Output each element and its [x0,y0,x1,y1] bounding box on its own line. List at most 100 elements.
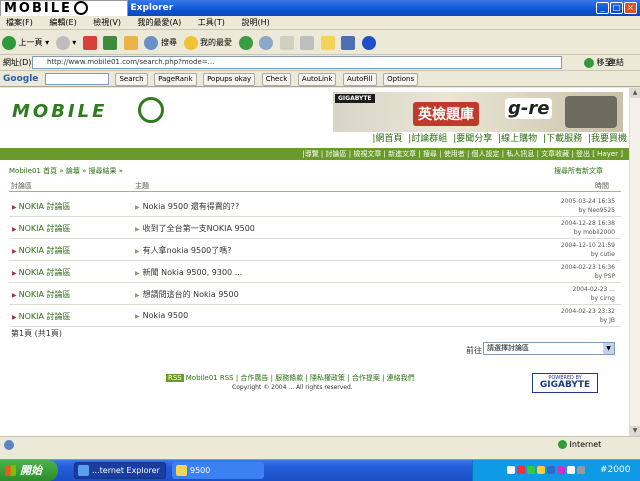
author-link[interactable]: by Neo9525 [579,207,615,214]
nav-buy[interactable]: |我要買機 [588,134,627,144]
tray-icon[interactable] [517,466,525,474]
pagerank-button[interactable]: PageRank [154,73,197,86]
mail-icon [279,35,294,50]
task-folder-label: 9500 [190,466,211,475]
favorites-button[interactable]: 我的最愛 [182,33,235,53]
scroll-up-icon[interactable]: ▲ [630,88,640,98]
author-link[interactable]: by cirng [591,295,615,302]
check-button[interactable]: Check [261,73,292,86]
forward-button[interactable]: ▾ [54,33,79,53]
address-input[interactable]: http://www.mobile01.com/search.php?mode=… [32,56,562,69]
google-search-button[interactable]: Search [115,73,148,86]
footer-links[interactable]: RSS Mobile01 RSS | 合作廣告 | 服務條款 | 隱私權政策 | … [166,373,415,383]
messenger-button[interactable] [339,33,357,53]
task-ie-label: ...ternet Explorer [92,466,160,475]
task-ie[interactable]: ...ternet Explorer [74,462,166,479]
stop-button[interactable] [81,33,99,53]
menu-tools[interactable]: 工具(T) [198,16,225,30]
topic-link[interactable]: 想請問這台的 Nokia 9500 [135,289,239,300]
forum-subnav[interactable]: |導覽 | 討論區 | 檢視文章 | 新進文章 | 搜尋 | 使用者 | 個人設… [0,148,629,160]
nav-home[interactable]: |網首頁 [372,134,402,144]
autofill-button[interactable]: AutoFill [342,73,377,86]
site-logo[interactable]: MOBILE [12,101,107,122]
forward-arrow-icon [55,35,70,50]
back-button[interactable]: 上一頁 ▾ [0,33,51,53]
tray-icon[interactable] [577,466,585,474]
minimize-button[interactable]: _ [596,2,609,14]
vertical-scrollbar[interactable]: ▲ ▼ [629,88,640,436]
rss-badge[interactable]: RSS [166,374,184,382]
menu-help[interactable]: 說明(H) [241,16,269,30]
start-button[interactable]: 開始 [0,460,58,481]
folder-button[interactable] [319,33,337,53]
footer-links-text[interactable]: Mobile01 RSS | 合作廣告 | 服務條款 | 隱私權政策 | 合作提… [186,374,415,382]
author-link[interactable]: by PSP [595,273,615,280]
favorites-label: 我的最愛 [200,38,233,47]
forum-link[interactable]: NOKIA 討論區 [12,201,71,212]
author-link[interactable]: by cutie [591,251,615,258]
google-search-input[interactable] [44,72,109,85]
tray-icon[interactable] [537,466,545,474]
forum-link[interactable]: NOKIA 討論區 [12,223,71,234]
forum-link[interactable]: NOKIA 討論區 [12,311,71,322]
options-button[interactable]: Options [383,73,419,86]
search-button[interactable]: 搜尋 [142,33,179,53]
refresh-button[interactable] [101,33,119,53]
post-date: 2004-02-23 23:32 by JB [561,307,615,325]
author-link[interactable]: by JB [600,317,615,324]
autolink-button[interactable]: AutoLink [297,73,337,86]
topic-link[interactable]: Nokia 9500 還有得賣的?? [135,201,240,212]
copyright: Copyright © 2004 ... All rights reserved… [232,384,353,391]
home-button[interactable] [122,33,140,53]
topic-link[interactable]: 有人拿nokia 9500了嗎? [135,245,232,256]
tray-icon[interactable] [557,466,565,474]
zone-label: Internet [569,440,602,449]
google-logo: Google [3,74,39,84]
ie-page-icon [4,440,14,450]
forum-link[interactable]: NOKIA 討論區 [12,267,71,278]
bluetooth-button[interactable] [360,33,378,53]
search-icon [144,35,159,50]
google-toolbar: Google Search PageRank Popups okay Check… [0,71,640,87]
history-button[interactable] [257,33,275,53]
mail-button[interactable] [278,33,296,53]
tray-icon[interactable] [527,466,535,474]
print-button[interactable] [298,33,316,53]
search-label: 搜尋 [160,38,177,47]
nav-shop[interactable]: |線上購物 [498,134,537,144]
maximize-button[interactable]: □ [610,2,623,14]
post-date: 2004-02-23 16:36 by PSP [561,263,615,281]
table-row: NOKIA 討論區 收到了全台第一支NOKIA 9500 2004-12-28 16… [9,217,621,239]
menu-favorites[interactable]: 我的最愛(A) [138,16,182,30]
media-button[interactable] [237,33,255,53]
table-row: NOKIA 討論區 有人拿nokia 9500了嗎? 2004-12-10 21:5… [9,239,621,261]
scroll-down-icon[interactable]: ▼ [630,426,640,436]
close-button[interactable]: × [624,2,637,14]
topic-link[interactable]: 新聞 Nokia 9500, 9300 ... [135,267,243,278]
table-row: NOKIA 討論區 新聞 Nokia 9500, 9300 ... 2004-02-… [9,261,621,283]
tray-icon[interactable] [567,466,575,474]
tray-icon[interactable] [507,466,515,474]
go-arrow-icon [584,57,594,68]
search-new-posts-link[interactable]: 搜尋所有新文章 [554,166,603,176]
results-table-header: 討論區 主題 時間 [9,179,621,192]
popups-button[interactable]: Popups okay [203,73,256,86]
sponsor-badge[interactable]: POWERED BY GIGABYTE [532,373,598,393]
menu-file[interactable]: 檔案(F) [6,16,33,30]
author-link[interactable]: by mobil2000 [574,229,615,236]
topic-link[interactable]: 收到了全台第一支NOKIA 9500 [135,223,255,234]
forum-link[interactable]: NOKIA 討論區 [12,245,71,256]
breadcrumb[interactable]: Mobile01 首頁 » 論壇 » 搜尋結果 » [9,166,123,176]
forum-link[interactable]: NOKIA 討論區 [12,289,71,300]
topic-link[interactable]: Nokia 9500 [135,311,189,320]
nav-news[interactable]: |要聞分享 [453,134,492,144]
nav-download[interactable]: |下載服務 [543,134,582,144]
forum-jump-select[interactable]: 請選擇討論區 ▼ [483,342,615,355]
menu-edit[interactable]: 編輯(E) [49,16,76,30]
task-folder[interactable]: 9500 [172,462,264,479]
menu-view[interactable]: 檢視(V) [93,16,121,30]
ad-banner[interactable]: GIGABYTE 英檢題庫 g-re [333,92,623,132]
links-button[interactable]: 連結 [608,56,624,69]
tray-icon[interactable] [547,466,555,474]
nav-forums[interactable]: |討論群組 [408,134,447,144]
